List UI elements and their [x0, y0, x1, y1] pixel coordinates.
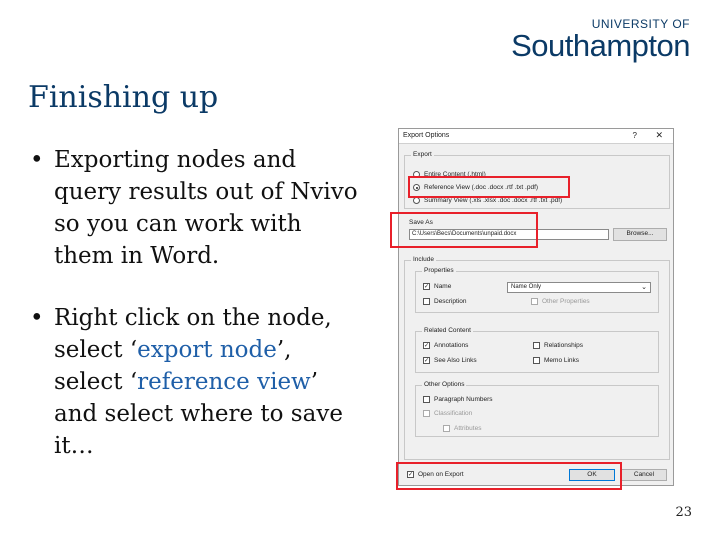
annotations-checkbox-row[interactable]: ✓ Annotations [423, 342, 468, 349]
other-options-group-label: Other Options [422, 381, 467, 388]
name-select-value: Name Only [511, 284, 542, 290]
highlight-reference-view: reference view [137, 369, 311, 395]
annotations-label: Annotations [434, 342, 469, 349]
radio-label: Summary View (.xls .xlsx .doc .docx .rtf… [424, 197, 563, 204]
checkbox-icon[interactable] [423, 298, 430, 305]
properties-group-label: Properties [422, 267, 456, 274]
other-properties-checkbox-row: Other Properties [531, 298, 590, 305]
browse-button[interactable]: Browse... [613, 228, 667, 241]
checkbox-checked-icon[interactable]: ✓ [423, 357, 430, 364]
chevron-down-icon[interactable]: ⌄ [641, 283, 647, 291]
checkbox-disabled-icon [531, 298, 538, 305]
export-group-label: Export [411, 151, 434, 158]
highlight-export-node: export node [137, 337, 277, 363]
help-icon[interactable]: ? [633, 131, 637, 140]
name-checkbox-row[interactable]: ✓ Name [423, 283, 451, 290]
relationships-checkbox-row[interactable]: Relationships [533, 342, 583, 349]
checkbox-icon[interactable] [533, 342, 540, 349]
dialog-title: Export Options [403, 132, 450, 139]
see-also-label: See Also Links [434, 357, 477, 364]
attributes-checkbox-row: Attributes [443, 425, 481, 432]
highlight-box-save-as [390, 212, 538, 248]
paragraph-numbers-label: Paragraph Numbers [434, 396, 493, 403]
attributes-label: Attributes [454, 425, 482, 432]
name-select[interactable]: Name Only ⌄ [507, 282, 651, 293]
related-content-group-label: Related Content [422, 327, 473, 334]
checkbox-checked-icon[interactable]: ✓ [423, 342, 430, 349]
classification-label: Classification [434, 410, 473, 417]
checkbox-checked-icon[interactable]: ✓ [423, 283, 430, 290]
include-group-label: Include [411, 256, 436, 263]
bullet-list: • Exporting nodes and query results out … [30, 144, 360, 492]
page-number: 23 [675, 505, 692, 520]
paragraph-numbers-checkbox-row[interactable]: Paragraph Numbers [423, 396, 493, 403]
description-checkbox-row[interactable]: Description [423, 298, 467, 305]
bullet-text-1: Exporting nodes and query results out of… [54, 147, 358, 269]
bullet-text-2: Right click on the node, select ‘export … [54, 302, 360, 462]
radio-summary-view[interactable]: Summary View (.xls .xlsx .doc .docx .rtf… [413, 197, 562, 204]
highlight-box-export-ok [396, 462, 622, 490]
bullet-dot: • [30, 305, 44, 331]
description-label: Description [434, 298, 467, 305]
cancel-button[interactable]: Cancel [621, 469, 667, 481]
checkbox-icon[interactable] [423, 396, 430, 403]
memo-links-checkbox-row[interactable]: Memo Links [533, 357, 579, 364]
slide-title: Finishing up [28, 80, 219, 115]
name-label: Name [434, 283, 452, 290]
checkbox-disabled-icon [423, 410, 430, 417]
memo-links-label: Memo Links [544, 357, 580, 364]
other-properties-label: Other Properties [542, 298, 590, 305]
checkbox-icon[interactable] [533, 357, 540, 364]
dialog-titlebar: Export Options ? ✕ [399, 129, 673, 144]
related-content-group: Related Content [415, 327, 659, 373]
bullet-dot: • [30, 147, 44, 173]
bullet-item-1: • Exporting nodes and query results out … [30, 144, 360, 272]
logo-main-text: Southampton [511, 28, 690, 63]
checkbox-disabled-icon [443, 425, 450, 432]
highlight-box-reference-view [408, 176, 570, 198]
bullet-item-2: • Right click on the node, select ‘expor… [30, 302, 360, 462]
university-logo: UNIVERSITY OF Southampton [511, 18, 690, 61]
relationships-label: Relationships [544, 342, 584, 349]
see-also-checkbox-row[interactable]: ✓ See Also Links [423, 357, 477, 364]
classification-checkbox-row: Classification [423, 410, 472, 417]
close-icon[interactable]: ✕ [655, 130, 663, 141]
radio-icon[interactable] [413, 197, 420, 204]
